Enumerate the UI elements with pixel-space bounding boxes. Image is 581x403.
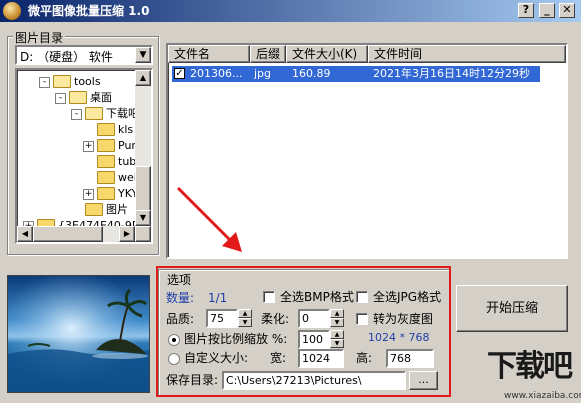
tree-node[interactable]: + Pur	[83, 137, 136, 154]
cell-ext: jpg	[254, 67, 272, 80]
folder-icon	[97, 122, 115, 136]
tree-node[interactable]: + YKY	[83, 185, 138, 202]
folder-icon	[97, 154, 115, 168]
folder-icon	[85, 202, 103, 216]
folder-icon	[85, 106, 103, 120]
highlight-frame	[156, 266, 451, 397]
scroll-corner	[135, 226, 151, 242]
expand-icon[interactable]: +	[83, 141, 94, 152]
expand-icon[interactable]: +	[83, 189, 94, 200]
tree-node-label: tub	[118, 155, 137, 168]
cell-time: 2021年3月16日14时12分29秒	[373, 67, 530, 80]
minimize-button[interactable]: _	[539, 3, 555, 18]
scroll-thumb-horizontal[interactable]	[33, 226, 103, 242]
collapse-icon[interactable]: -	[55, 93, 66, 104]
cell-size: 160.89	[292, 67, 331, 80]
window-title: 微平图像批量压缩 1.0	[28, 4, 150, 18]
tree-node[interactable]: 图片	[85, 201, 128, 218]
tree-node-label: 图片	[106, 203, 128, 216]
collapse-icon[interactable]: -	[39, 77, 50, 88]
folder-icon	[69, 90, 87, 104]
chevron-down-icon[interactable]: ▼	[135, 47, 151, 63]
collapse-icon[interactable]: -	[71, 109, 82, 120]
tree-node[interactable]: - 桌面	[55, 89, 112, 106]
tree-node-label: kls	[118, 123, 134, 136]
scroll-up-icon[interactable]: ▲	[135, 70, 151, 86]
app-icon	[3, 2, 21, 20]
folder-tree[interactable]: -tools-桌面-下载吧kls+Purtubwei+YKY图片+{3E474E…	[15, 68, 153, 244]
help-button[interactable]: ?	[518, 3, 534, 18]
tree-node[interactable]: - tools	[39, 73, 101, 90]
tree-node-label: 桌面	[90, 91, 112, 104]
tree-node[interactable]: - 下载吧	[71, 105, 139, 122]
tree-node-label: tools	[74, 75, 101, 88]
annotation-arrow-icon	[176, 186, 242, 252]
tree-horizontal-scrollbar[interactable]: ◀ ▶	[17, 226, 135, 242]
tree-node[interactable]: wei	[97, 169, 137, 186]
column-header-ext[interactable]: 后缀	[250, 45, 286, 63]
row-checkbox[interactable]: ✓	[174, 68, 185, 79]
drive-select-value: D: （硬盘） 软件	[20, 50, 113, 64]
tree-vertical-scrollbar[interactable]: ▲ ▼	[135, 70, 151, 226]
tree-node[interactable]: tub	[97, 153, 136, 170]
start-compress-button[interactable]: 开始压缩	[456, 285, 568, 332]
scroll-down-icon[interactable]: ▼	[135, 210, 151, 226]
tree-node-label: wei	[118, 171, 137, 184]
preview-image	[7, 275, 150, 393]
cell-filename: 201306...	[190, 67, 243, 80]
column-header-filename[interactable]: 文件名	[168, 45, 250, 63]
scroll-left-icon[interactable]: ◀	[17, 226, 33, 242]
tree-node[interactable]: kls	[97, 121, 133, 138]
column-header-time[interactable]: 文件时间	[368, 45, 566, 63]
folder-icon	[97, 186, 115, 200]
watermark-url: www.xiazaiba.com	[504, 391, 581, 401]
close-button[interactable]: ✕	[559, 3, 575, 18]
tree-node-label: Pur	[118, 139, 136, 152]
folder-icon	[97, 170, 115, 184]
drive-select[interactable]: D: （硬盘） 软件 ▼	[15, 45, 153, 65]
scroll-right-icon[interactable]: ▶	[119, 226, 135, 242]
folder-icon	[97, 138, 115, 152]
folder-icon	[53, 74, 71, 88]
dir-group-label: 图片目录	[13, 29, 66, 46]
table-row[interactable]: ✓ 201306... jpg 160.89 2021年3月16日14时12分2…	[172, 66, 540, 82]
column-header-size[interactable]: 文件大小(K)	[286, 45, 368, 63]
watermark-logo: 下载吧	[487, 349, 573, 384]
